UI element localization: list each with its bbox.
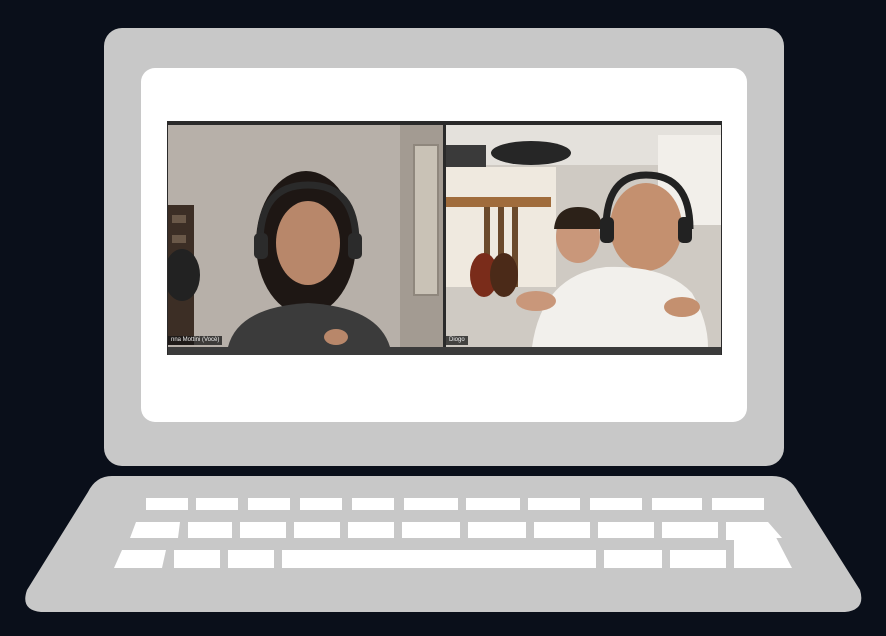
spacebar-key: [282, 550, 596, 568]
participant-tile-right[interactable]: Diogo: [446, 125, 721, 347]
key: [228, 550, 274, 568]
key: [670, 550, 726, 568]
key: [300, 498, 342, 510]
participant-tile-left[interactable]: nna Mottini (Vocè): [168, 125, 443, 347]
participant-name-label: nna Mottini (Vocè): [168, 336, 223, 345]
key: [604, 550, 662, 568]
key: [196, 498, 238, 510]
key: [534, 522, 590, 538]
participant-name-label: Diogo: [446, 336, 468, 345]
key: [188, 522, 232, 538]
keyboard-deck: [25, 476, 862, 612]
key: [146, 498, 188, 510]
participant-video-right: [446, 125, 721, 347]
video-call-window: nna Mottini (Vocè) Diogo: [167, 121, 722, 355]
key: [248, 498, 290, 510]
key: [466, 498, 520, 510]
key: [712, 498, 764, 510]
key: [240, 522, 286, 538]
key: [528, 498, 580, 510]
key: [352, 498, 394, 510]
key: [294, 522, 340, 538]
key: [726, 522, 782, 538]
participant-video-left: [168, 125, 443, 347]
key: [590, 498, 642, 510]
key: [402, 522, 460, 538]
keyboard-keys: [114, 498, 792, 568]
key: [662, 522, 718, 538]
key: [598, 522, 654, 538]
enter-key: [726, 522, 792, 568]
key: [130, 522, 180, 538]
key: [468, 522, 526, 538]
key: [652, 498, 702, 510]
key: [174, 550, 220, 568]
key: [404, 498, 458, 510]
key: [114, 550, 166, 568]
key: [348, 522, 394, 538]
call-bottom-bar: [168, 347, 721, 355]
